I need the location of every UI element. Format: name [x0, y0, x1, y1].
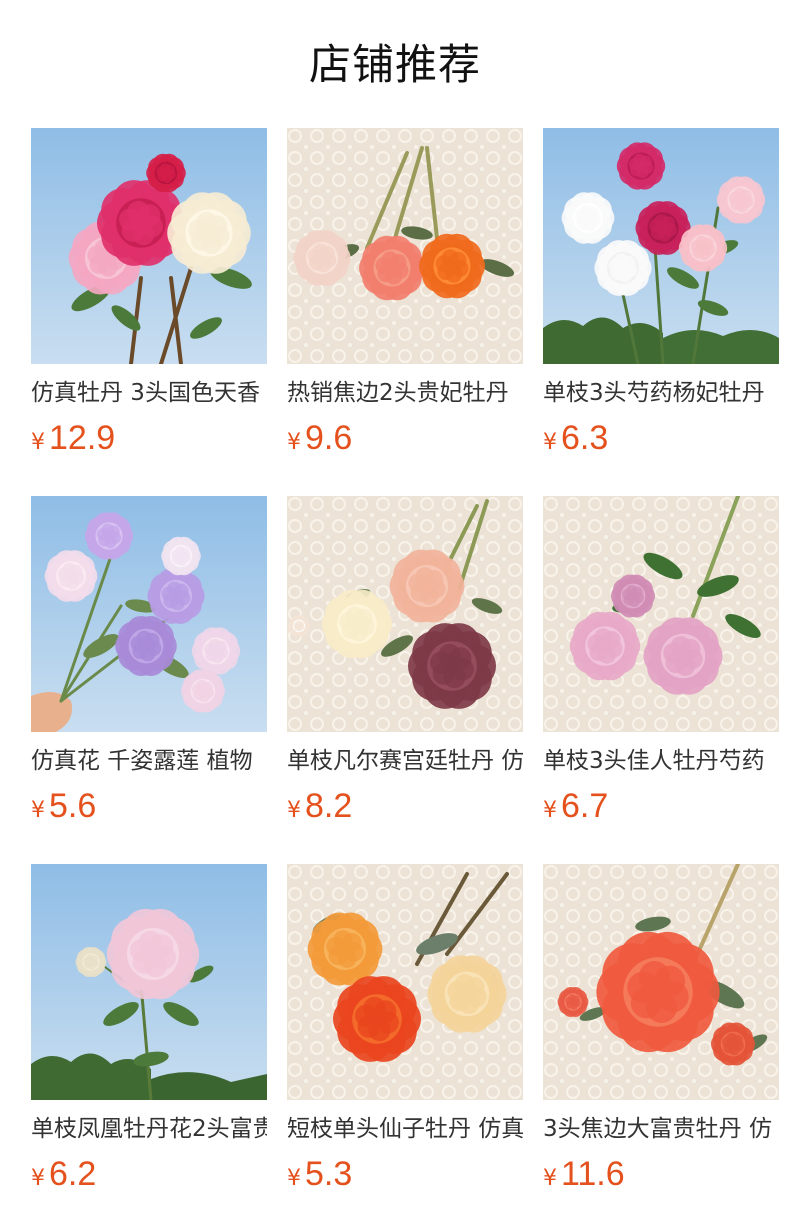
product-price: ¥6.7	[543, 784, 779, 828]
product-name[interactable]: 短枝单头仙子牡丹 仿真	[287, 1112, 523, 1146]
product-card[interactable]: 单枝凤凰牡丹花2头富贵 ¥6.2	[31, 864, 267, 1204]
price-value: 6.7	[561, 787, 609, 825]
product-price: ¥8.2	[287, 784, 523, 828]
product-price: ¥12.9	[31, 416, 267, 460]
product-name[interactable]: 单枝3头芍药杨妃牡丹	[543, 376, 779, 410]
product-price: ¥6.2	[31, 1152, 267, 1196]
product-image[interactable]	[31, 128, 267, 364]
product-name[interactable]: 仿真花 千姿露莲 植物	[31, 744, 267, 778]
product-card[interactable]: 单枝凡尔赛宫廷牡丹 仿 ¥8.2	[287, 496, 523, 836]
product-card[interactable]: 热销焦边2头贵妃牡丹 ¥9.6	[287, 128, 523, 468]
price-value: 12.9	[49, 419, 116, 457]
price-value: 6.3	[561, 419, 609, 457]
price-value: 6.2	[49, 1155, 97, 1193]
product-card[interactable]: 3头焦边大富贵牡丹 仿 ¥11.6	[543, 864, 779, 1204]
product-card[interactable]: 仿真牡丹 3头国色天香 ¥12.9	[31, 128, 267, 468]
page-title: 店铺推荐	[308, 40, 481, 89]
currency-symbol: ¥	[31, 798, 45, 823]
product-card[interactable]: 仿真花 千姿露莲 植物 ¥5.6	[31, 496, 267, 836]
product-image[interactable]	[287, 496, 523, 732]
price-value: 9.6	[305, 419, 353, 457]
product-price: ¥5.6	[31, 784, 267, 828]
product-image[interactable]	[543, 128, 779, 364]
currency-symbol: ¥	[31, 1166, 45, 1191]
product-name[interactable]: 仿真牡丹 3头国色天香	[31, 376, 267, 410]
product-image[interactable]	[287, 128, 523, 364]
product-price: ¥5.3	[287, 1152, 523, 1196]
currency-symbol: ¥	[287, 798, 301, 823]
product-name[interactable]: 3头焦边大富贵牡丹 仿	[543, 1112, 779, 1146]
product-image[interactable]	[543, 496, 779, 732]
currency-symbol: ¥	[31, 430, 45, 455]
product-name[interactable]: 单枝凤凰牡丹花2头富贵	[31, 1112, 267, 1146]
price-value: 5.3	[305, 1155, 353, 1193]
product-card[interactable]: 短枝单头仙子牡丹 仿真 ¥5.3	[287, 864, 523, 1204]
price-value: 8.2	[305, 787, 353, 825]
product-image[interactable]	[31, 864, 267, 1100]
price-value: 11.6	[561, 1155, 625, 1193]
currency-symbol: ¥	[543, 1166, 557, 1191]
product-name[interactable]: 单枝3头佳人牡丹芍药	[543, 744, 779, 778]
product-name[interactable]: 热销焦边2头贵妃牡丹	[287, 376, 523, 410]
currency-symbol: ¥	[543, 798, 557, 823]
price-value: 5.6	[49, 787, 97, 825]
currency-symbol: ¥	[543, 430, 557, 455]
product-image[interactable]	[31, 496, 267, 732]
product-name[interactable]: 单枝凡尔赛宫廷牡丹 仿	[287, 744, 523, 778]
product-image[interactable]	[543, 864, 779, 1100]
product-image[interactable]	[287, 864, 523, 1100]
currency-symbol: ¥	[287, 430, 301, 455]
product-price: ¥11.6	[543, 1152, 779, 1196]
product-price: ¥9.6	[287, 416, 523, 460]
product-price: ¥6.3	[543, 416, 779, 460]
product-card[interactable]: 单枝3头佳人牡丹芍药 ¥6.7	[543, 496, 779, 836]
product-card[interactable]: 单枝3头芍药杨妃牡丹 ¥6.3	[543, 128, 779, 468]
currency-symbol: ¥	[287, 1166, 301, 1191]
